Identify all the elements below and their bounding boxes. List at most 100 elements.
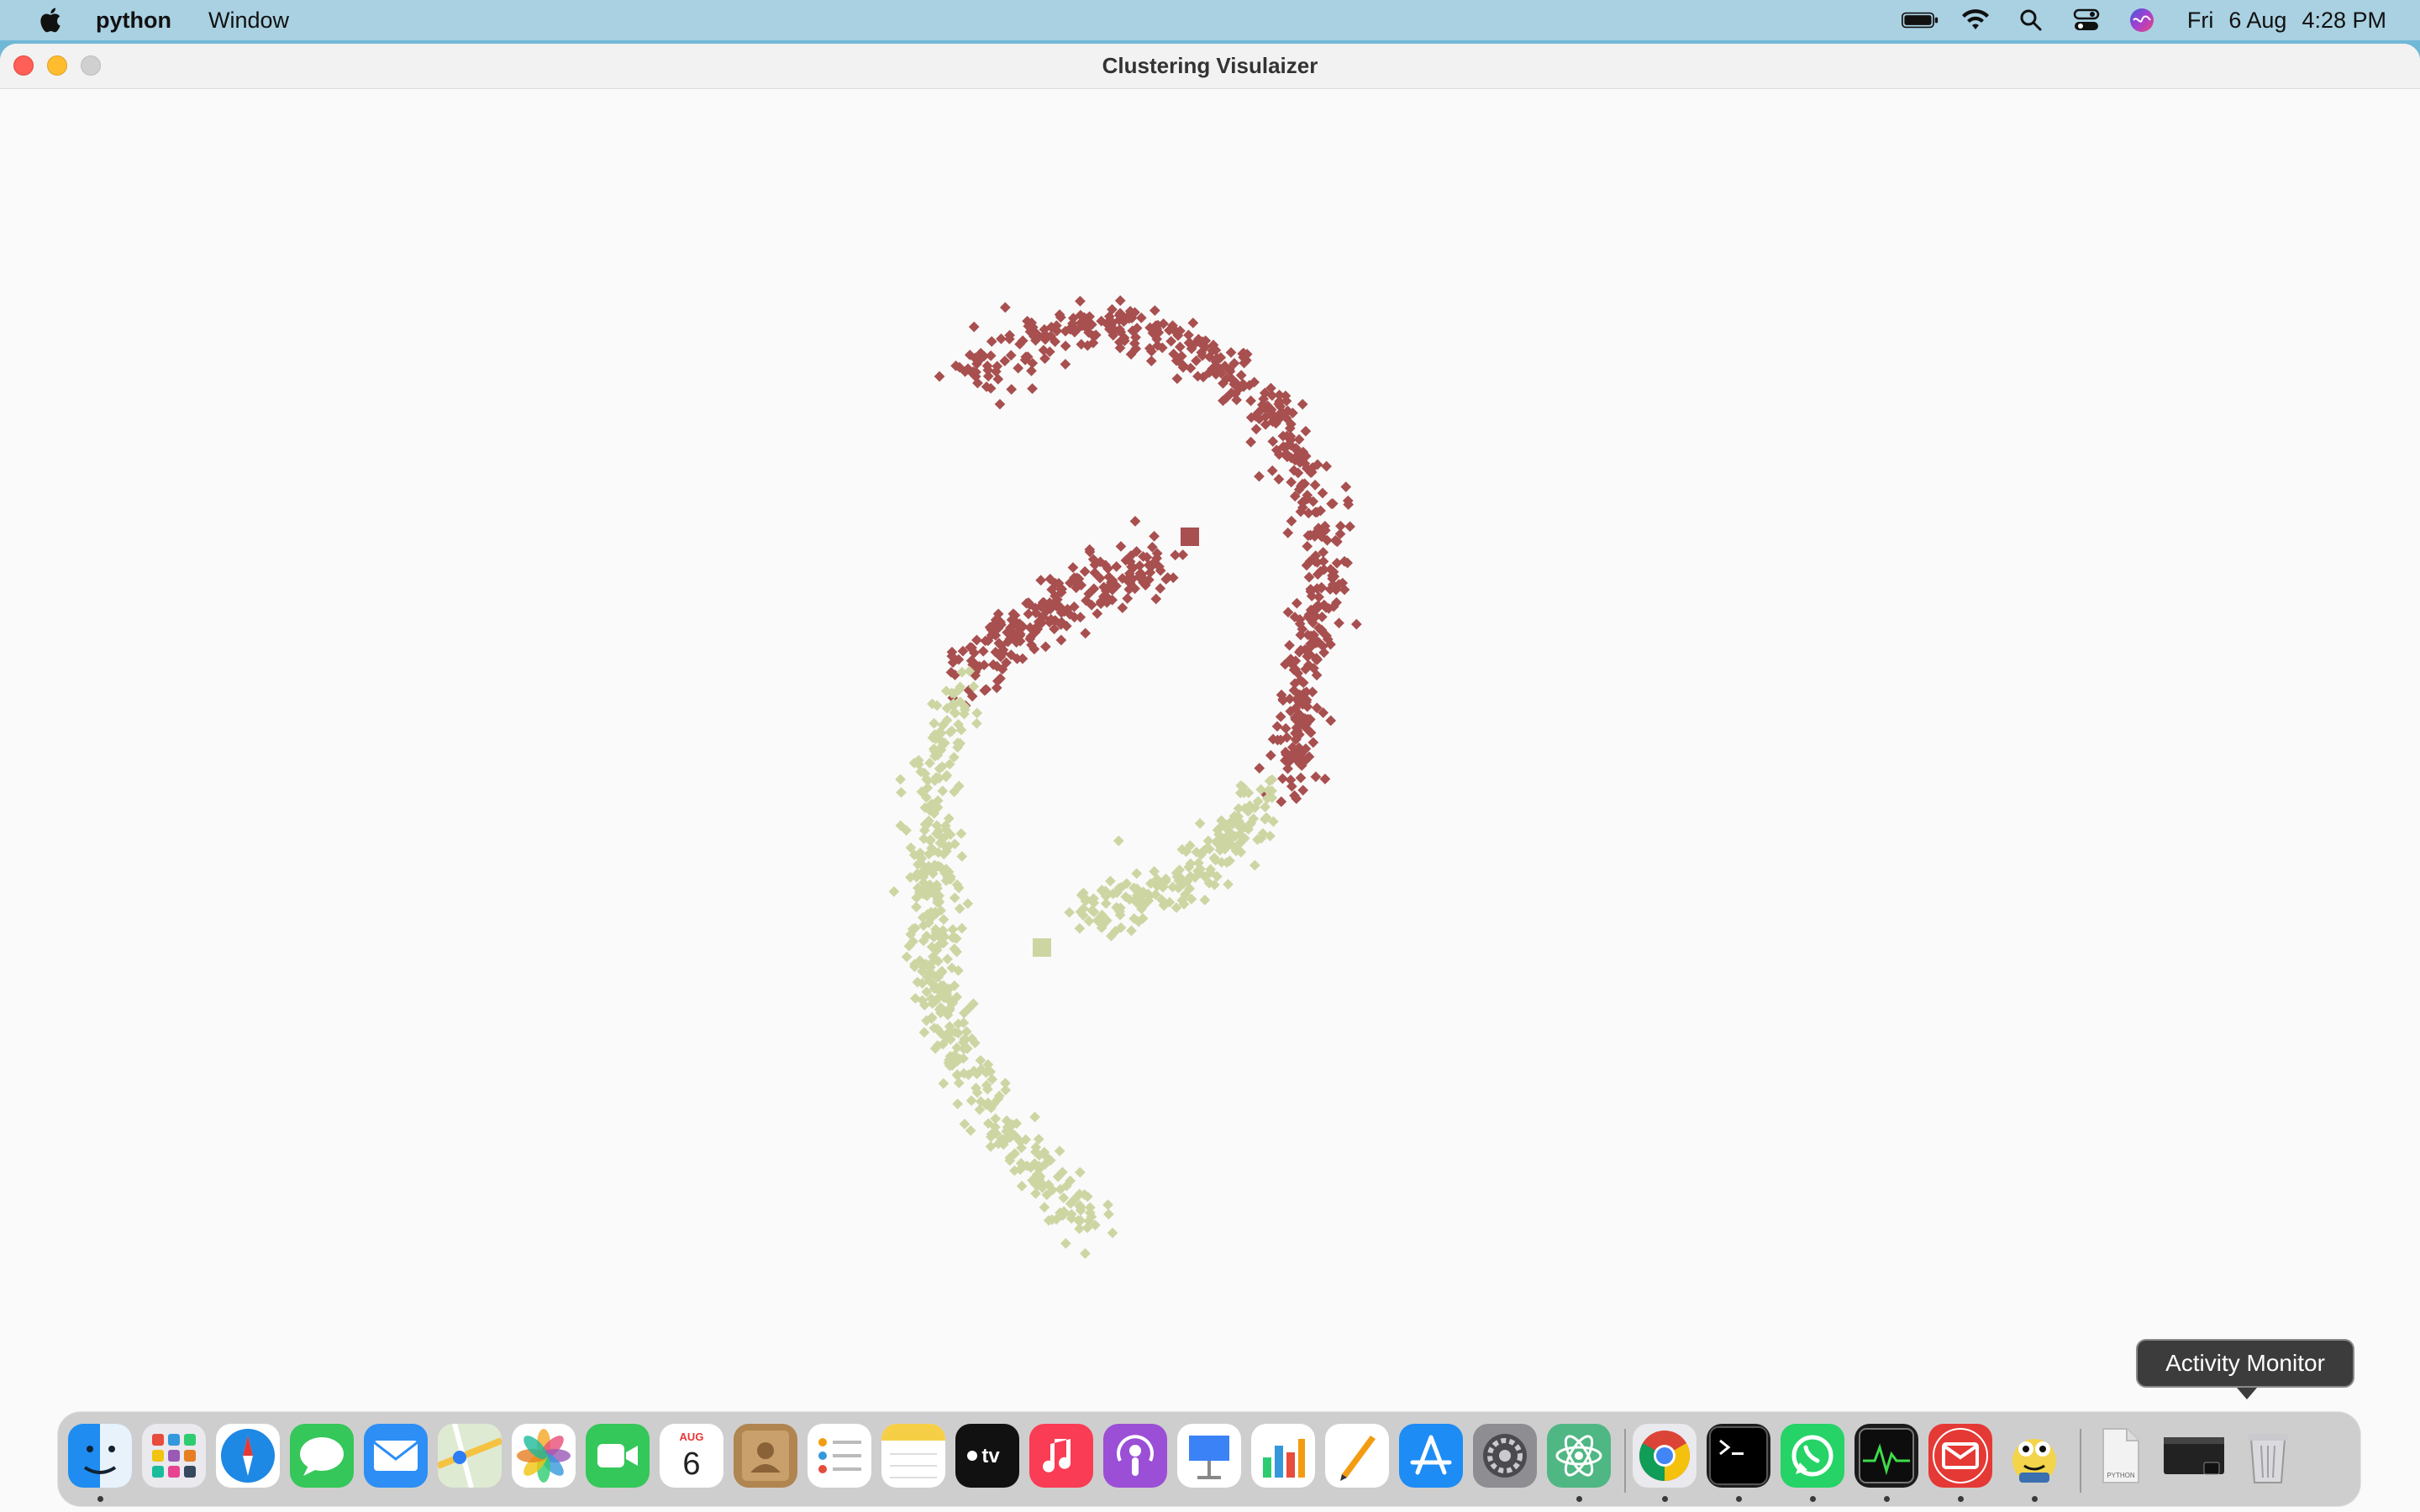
battery-icon[interactable] bbox=[1901, 8, 1939, 33]
messages-icon[interactable] bbox=[290, 1424, 354, 1488]
clock-date: 6 Aug bbox=[2228, 7, 2287, 33]
cluster-2-point bbox=[911, 901, 922, 913]
cluster-2-point bbox=[1084, 1202, 1096, 1213]
cluster-2-point bbox=[1107, 1227, 1118, 1239]
window-thumbnail-icon[interactable] bbox=[2162, 1424, 2226, 1488]
cluster-1-point bbox=[1326, 498, 1338, 510]
cluster-2-point bbox=[1102, 1199, 1113, 1210]
clock-time: 4:28 PM bbox=[2302, 7, 2386, 33]
cluster-2-point bbox=[1194, 817, 1206, 829]
running-indicator bbox=[1736, 1496, 1742, 1502]
cluster-1-point bbox=[1080, 627, 1092, 639]
photos-icon[interactable] bbox=[512, 1424, 576, 1488]
running-indicator bbox=[1576, 1496, 1582, 1502]
cluster-1-point bbox=[994, 398, 1006, 410]
cluster-1-point bbox=[1325, 715, 1337, 727]
window-titlebar[interactable]: Clustering Visulaizer bbox=[0, 44, 2420, 89]
app-window: Clustering Visulaizer bbox=[0, 44, 2420, 1512]
cluster-1-point bbox=[1266, 465, 1278, 476]
cluster-1-point bbox=[1117, 602, 1128, 613]
cluster-1-point bbox=[1060, 359, 1071, 370]
cluster-1-point bbox=[1225, 347, 1237, 359]
safari-icon[interactable] bbox=[216, 1424, 280, 1488]
podcasts-icon[interactable] bbox=[1103, 1424, 1167, 1488]
cluster-1-point bbox=[1149, 305, 1160, 317]
cluster-1-point bbox=[1155, 583, 1166, 594]
scatter-plot bbox=[888, 295, 1362, 1259]
pages-icon[interactable] bbox=[1325, 1424, 1389, 1488]
apple-logo-icon[interactable] bbox=[37, 7, 62, 34]
airmail-icon[interactable] bbox=[1928, 1424, 1992, 1488]
cluster-1-point bbox=[1286, 476, 1297, 488]
cluster-1-point bbox=[1171, 373, 1183, 385]
cluster-1-point bbox=[1023, 608, 1034, 620]
spotlight-search-icon[interactable] bbox=[2012, 8, 2049, 33]
cluster-1-point bbox=[1334, 617, 1344, 629]
trash-icon[interactable] bbox=[2236, 1424, 2300, 1488]
menu-bar-clock[interactable]: Fri 6 Aug 4:28 PM bbox=[2187, 8, 2386, 34]
cluster-2-point bbox=[1060, 1237, 1071, 1249]
cluster-1-point bbox=[1254, 470, 1265, 482]
cluster-1-point bbox=[985, 350, 997, 361]
cluster-2-point bbox=[955, 828, 967, 839]
calendar-icon[interactable]: AUG 6 bbox=[660, 1424, 723, 1488]
menu-bar: python Window Fri 6 Aug 4:28 PM bbox=[0, 0, 2420, 40]
launchpad-icon[interactable] bbox=[142, 1424, 206, 1488]
music-icon[interactable] bbox=[1029, 1424, 1093, 1488]
cluster-1-point bbox=[1235, 370, 1247, 381]
cluster-1-point bbox=[1122, 593, 1134, 604]
cluster-2-point bbox=[953, 1077, 965, 1089]
whatsapp-icon[interactable] bbox=[1781, 1424, 1844, 1488]
contacts-icon[interactable] bbox=[734, 1424, 797, 1488]
numbers-icon[interactable] bbox=[1251, 1424, 1315, 1488]
maps-icon[interactable] bbox=[438, 1424, 502, 1488]
wifi-icon[interactable] bbox=[1957, 8, 1994, 33]
cluster-1-point bbox=[1027, 383, 1038, 394]
dock-separator bbox=[1624, 1429, 1626, 1493]
python-launcher-icon[interactable] bbox=[2002, 1424, 2066, 1488]
cluster-1-point bbox=[1075, 296, 1086, 307]
menu-window[interactable]: Window bbox=[208, 8, 289, 34]
cluster-2-point bbox=[962, 898, 974, 910]
cluster-2-point bbox=[1126, 925, 1137, 937]
notes-icon[interactable] bbox=[881, 1424, 945, 1488]
control-center-icon[interactable] bbox=[2068, 8, 2105, 33]
cluster-1-point bbox=[1035, 575, 1047, 586]
chrome-icon[interactable] bbox=[1633, 1424, 1697, 1488]
cluster-1-point bbox=[1039, 641, 1051, 653]
python-file-icon[interactable]: PYTHON bbox=[2088, 1424, 2152, 1488]
running-indicator bbox=[1662, 1496, 1668, 1502]
cluster-1-point bbox=[1174, 341, 1186, 353]
reminders-icon[interactable] bbox=[808, 1424, 871, 1488]
mail-icon[interactable] bbox=[364, 1424, 428, 1488]
finder-icon[interactable] bbox=[68, 1424, 132, 1488]
window-controls bbox=[13, 55, 114, 76]
cluster-2-point bbox=[971, 717, 982, 729]
cluster-2-point bbox=[954, 903, 965, 915]
cluster-1-point bbox=[1282, 527, 1294, 538]
menu-app-name[interactable]: python bbox=[96, 8, 171, 34]
cluster-1-point bbox=[1277, 773, 1288, 785]
scatter-plot-canvas[interactable] bbox=[0, 89, 2420, 1512]
cluster-1-point bbox=[934, 370, 945, 382]
cluster-2-point bbox=[1064, 906, 1076, 918]
cluster-1-point bbox=[977, 645, 989, 657]
system-preferences-icon[interactable] bbox=[1473, 1424, 1537, 1488]
cluster-1-point bbox=[1187, 318, 1199, 328]
apple-tv-icon[interactable]: tv bbox=[955, 1424, 1019, 1488]
cluster-1-point bbox=[1055, 634, 1067, 646]
cluster-2-point bbox=[937, 785, 949, 796]
close-window-button[interactable] bbox=[13, 55, 34, 76]
zoom-window-button[interactable] bbox=[81, 55, 101, 76]
siri-icon[interactable] bbox=[2123, 8, 2160, 33]
cluster-2-point bbox=[929, 717, 939, 729]
keynote-icon[interactable] bbox=[1177, 1424, 1241, 1488]
facetime-icon[interactable] bbox=[586, 1424, 650, 1488]
cluster-2-point bbox=[938, 1078, 950, 1089]
atom-icon[interactable] bbox=[1547, 1424, 1611, 1488]
cluster-1-point bbox=[1013, 362, 1024, 374]
terminal-icon[interactable] bbox=[1707, 1424, 1770, 1488]
minimize-window-button[interactable] bbox=[47, 55, 67, 76]
activity-monitor-icon[interactable] bbox=[1854, 1424, 1918, 1488]
app-store-icon[interactable] bbox=[1399, 1424, 1463, 1488]
